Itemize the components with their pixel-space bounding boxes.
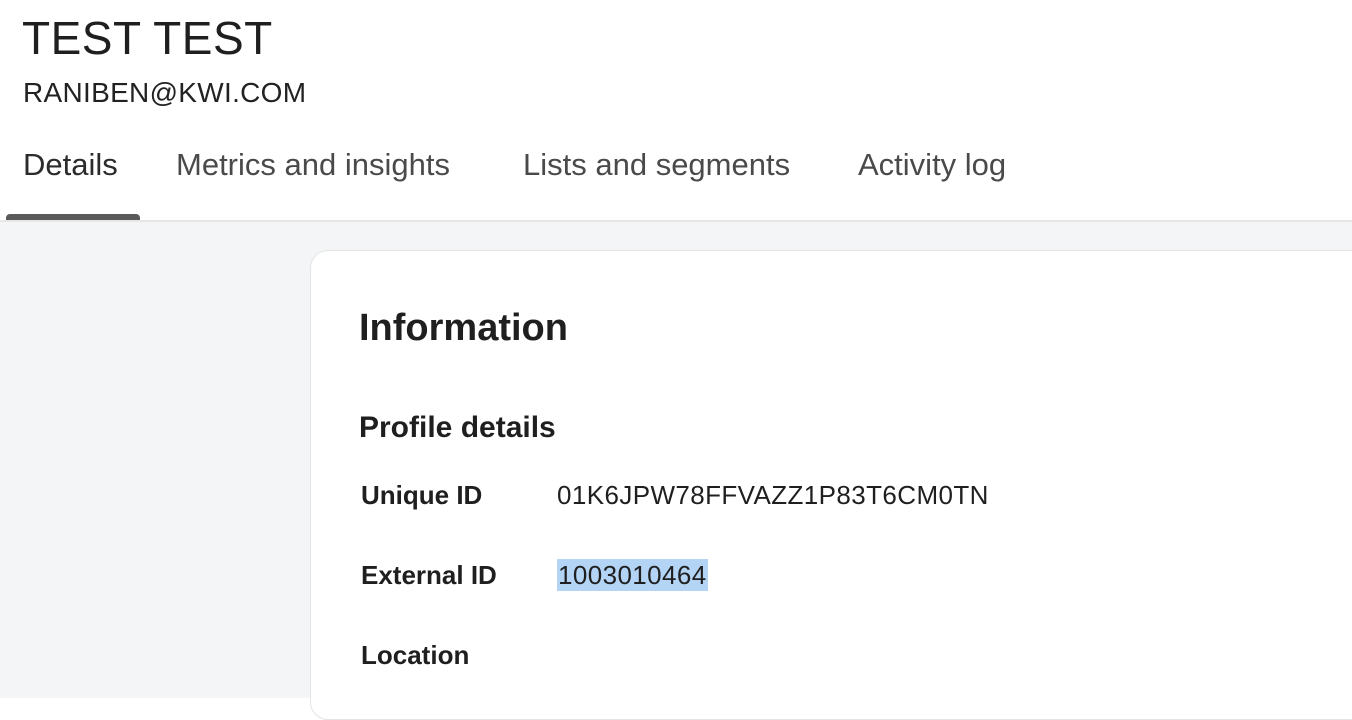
unique-id-label: Unique ID [361,480,483,510]
unique-id-value: 01K6JPW78FFVAZZ1P83T6CM0TN [557,480,989,510]
tab-activity-log[interactable]: Activity log [858,140,1006,221]
location-label: Location [361,640,470,670]
information-card: Information Profile details Unique ID 01… [310,250,1352,720]
tab-lists-and-segments[interactable]: Lists and segments [523,140,790,221]
profile-tabs: Details Metrics and insights Lists and s… [0,140,1352,221]
external-id-value[interactable]: 1003010464 [557,559,708,591]
card-title: Information [359,307,568,349]
external-id-label: External ID [361,560,497,590]
tab-metrics-and-insights[interactable]: Metrics and insights [176,140,450,221]
section-title-profile-details: Profile details [359,411,556,444]
tab-details[interactable]: Details [23,140,118,221]
profile-header: TEST TEST RANIBEN@KWI.COM Details Metric… [0,0,1352,221]
profile-email: RANIBEN@KWI.COM [23,77,307,108]
profile-name: TEST TEST [22,12,273,64]
